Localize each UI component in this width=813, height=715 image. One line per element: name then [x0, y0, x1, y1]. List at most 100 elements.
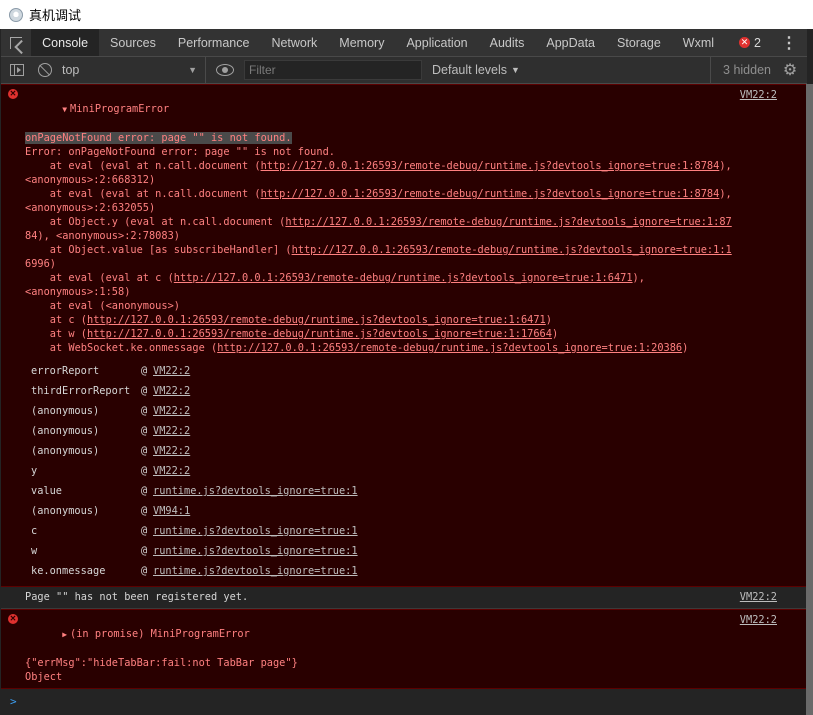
stack-url-link[interactable]: http://127.0.0.1:26593/remote-debug/runt…: [292, 244, 732, 256]
call-stack-source-link[interactable]: runtime.js?devtools_ignore=true:1: [153, 525, 358, 537]
vertical-scrollbar[interactable]: [806, 84, 813, 715]
expand-triangle-icon[interactable]: ▼: [62, 105, 67, 114]
call-stack-function: y: [31, 465, 38, 477]
stack-trace-line: at eval (eval at c (http://127.0.0.1:265…: [25, 272, 645, 284]
call-stack-function: errorReport: [31, 365, 100, 377]
message-source-link[interactable]: VM22:2: [740, 88, 777, 102]
expand-triangle-icon[interactable]: ▶: [62, 630, 67, 639]
call-stack-row: ke.onmessage @ runtime.js?devtools_ignore=…: [31, 561, 807, 581]
call-stack-row: value @ runtime.js?devtools_ignore=true:1: [31, 481, 807, 501]
stack-url-link[interactable]: http://127.0.0.1:26593/remote-debug/runt…: [261, 160, 720, 172]
call-stack-row: (anonymous) @ VM22:2: [31, 421, 807, 441]
console-panel: ✕ VM22:2 ▼ MiniProgramError onPageNotFoun…: [1, 84, 807, 715]
call-stack-function: (anonymous): [31, 425, 100, 437]
at-symbol: @: [141, 545, 148, 557]
show-sidebar-icon[interactable]: [10, 64, 24, 76]
at-symbol: @: [141, 365, 148, 377]
app-icon: [9, 7, 23, 22]
stack-url-link[interactable]: http://127.0.0.1:26593/remote-debug/runt…: [87, 328, 552, 340]
devtools-tabbar: Console Sources Performance Network Memo…: [1, 29, 807, 57]
message-source-link[interactable]: VM22:2: [740, 590, 777, 604]
call-stack-row: c @ runtime.js?devtools_ignore=true:1: [31, 521, 807, 541]
call-stack-row: (anonymous) @ VM22:2: [31, 401, 807, 421]
stack-url-link[interactable]: http://127.0.0.1:26593/remote-debug/runt…: [217, 342, 682, 354]
error-highlight-text: onPageNotFound error: page "" is not fou…: [25, 132, 292, 144]
stack-trace-line: at w (http://127.0.0.1:26593/remote-debu…: [25, 328, 559, 340]
at-symbol: @: [141, 565, 148, 577]
tab-performance[interactable]: Performance: [167, 29, 261, 56]
live-expression-eye-icon[interactable]: [216, 64, 234, 76]
stack-url-link[interactable]: http://127.0.0.1:26593/remote-debug/runt…: [285, 216, 731, 228]
error-title: (in promise) MiniProgramError: [70, 628, 250, 640]
stack-trace-line: at eval (<anonymous>): [25, 300, 180, 312]
call-stack-source-link[interactable]: runtime.js?devtools_ignore=true:1: [153, 565, 358, 577]
call-stack-row: w @ runtime.js?devtools_ignore=true:1: [31, 541, 807, 561]
call-stack-source-link[interactable]: VM22:2: [153, 445, 190, 457]
call-stack-source-link[interactable]: VM22:2: [153, 405, 190, 417]
stack-trace-line: at eval (eval at n.call.document (http:/…: [25, 160, 732, 172]
call-stack-function: (anonymous): [31, 405, 100, 417]
call-stack-function: (anonymous): [31, 505, 100, 517]
console-error-message: ✕ VM22:2 ▶ (in promise) MiniProgramError …: [1, 609, 807, 689]
tab-console[interactable]: Console: [31, 29, 100, 56]
stack-trace-line: at c (http://127.0.0.1:26593/remote-debu…: [25, 314, 552, 326]
inspect-element-icon[interactable]: [1, 29, 31, 56]
filter-input[interactable]: [244, 60, 422, 80]
call-stack-row: errorReport @ VM22:2: [31, 361, 807, 381]
call-stack-function: ke.onmessage: [31, 565, 106, 577]
call-stack-source-link[interactable]: VM94:1: [153, 505, 190, 517]
call-stack-function: w: [31, 545, 38, 557]
stack-trace-line: 6996): [25, 258, 56, 270]
stack-url-link[interactable]: http://127.0.0.1:26593/remote-debug/runt…: [261, 188, 720, 200]
console-prompt[interactable]: >: [1, 689, 807, 708]
stack-trace-line: <anonymous>:2:632055): [25, 202, 156, 214]
console-log-message: VM22:2 Page "" has not been registered y…: [1, 587, 807, 609]
error-stack-text: Error: onPageNotFound error: page "" is …: [1, 145, 807, 355]
stack-trace-line: at Object.y (eval at n.call.document (ht…: [25, 216, 732, 228]
stack-trace-line: <anonymous>:2:668312): [25, 174, 156, 186]
call-stack-row: y @ VM22:2: [31, 461, 807, 481]
context-value: top: [62, 63, 80, 77]
clear-console-icon[interactable]: [38, 63, 52, 77]
more-options-icon[interactable]: ⋮: [771, 29, 807, 56]
at-symbol: @: [141, 425, 148, 437]
stack-url-link[interactable]: http://127.0.0.1:26593/remote-debug/runt…: [87, 314, 546, 326]
message-source-link[interactable]: VM22:2: [740, 613, 777, 627]
stack-url-link[interactable]: http://127.0.0.1:26593/remote-debug/runt…: [174, 272, 633, 284]
context-selector[interactable]: top ▼: [62, 57, 206, 83]
call-stack-row: (anonymous) @ VM22:2: [31, 441, 807, 461]
tab-network[interactable]: Network: [260, 29, 328, 56]
tab-sources[interactable]: Sources: [99, 29, 167, 56]
stack-trace-line: at WebSocket.ke.onmessage (http://127.0.…: [25, 342, 689, 354]
tab-audits[interactable]: Audits: [479, 29, 536, 56]
call-stack-source-link[interactable]: VM22:2: [153, 465, 190, 477]
console-settings-gear-icon[interactable]: ⚙: [779, 60, 801, 80]
log-levels-dropdown[interactable]: Default levels ▼: [428, 57, 524, 83]
error-icon: ✕: [8, 614, 18, 624]
call-stack-source-link[interactable]: VM22:2: [153, 365, 190, 377]
dropdown-arrow-icon: ▼: [188, 65, 197, 75]
tab-storage[interactable]: Storage: [606, 29, 672, 56]
tab-memory[interactable]: Memory: [328, 29, 395, 56]
at-symbol: @: [141, 445, 148, 457]
call-stack-row: (anonymous) @ VM94:1: [31, 501, 807, 521]
error-icon: ✕: [8, 89, 18, 99]
tab-application[interactable]: Application: [395, 29, 478, 56]
tab-wxml[interactable]: Wxml: [672, 29, 725, 56]
window-titlebar: 真机调试: [0, 0, 813, 29]
call-stack-source-link[interactable]: runtime.js?devtools_ignore=true:1: [153, 485, 358, 497]
console-toolbar: top ▼ Default levels ▼ 3 hidden ⚙: [1, 57, 807, 84]
log-text: Page "" has not been registered yet.: [25, 591, 249, 603]
call-stack-table: errorReport @ VM22:2 thirdErrorReport @ VM22:…: [1, 355, 807, 586]
call-stack-source-link[interactable]: VM22:2: [153, 385, 190, 397]
at-symbol: @: [141, 405, 148, 417]
call-stack-source-link[interactable]: VM22:2: [153, 425, 190, 437]
tab-appdata[interactable]: AppData: [535, 29, 606, 56]
at-symbol: @: [141, 505, 148, 517]
dropdown-arrow-icon: ▼: [511, 65, 520, 75]
error-count-badge[interactable]: ✕ 2: [725, 29, 771, 56]
error-count: 2: [754, 35, 761, 50]
error-detail: {"errMsg":"hideTabBar:fail:not TabBar pa…: [25, 657, 298, 669]
call-stack-function: thirdErrorReport: [31, 385, 131, 397]
call-stack-source-link[interactable]: runtime.js?devtools_ignore=true:1: [153, 545, 358, 557]
